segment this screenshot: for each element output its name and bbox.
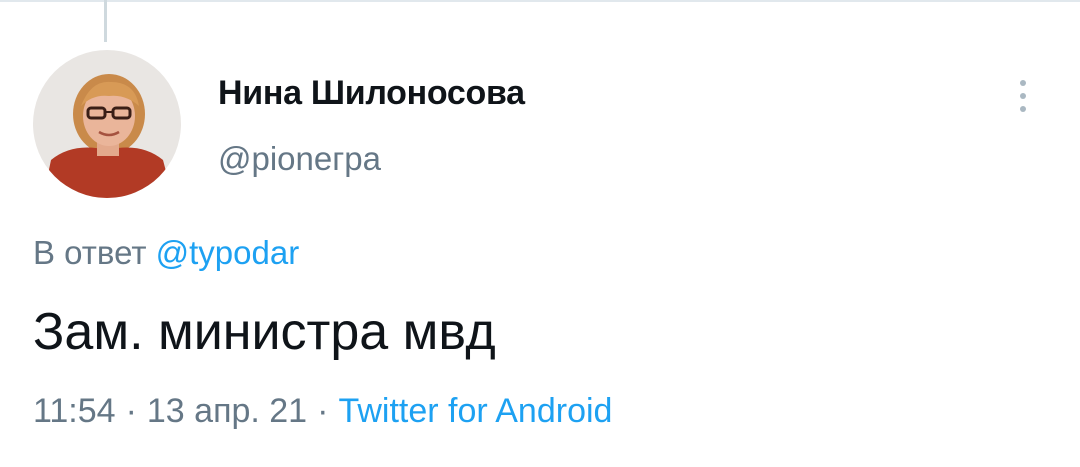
reply-prefix: В ответ xyxy=(33,234,147,271)
top-divider xyxy=(0,0,1080,2)
tweet-text: Зам. министра мвд xyxy=(33,303,496,361)
tweet-meta: 11:54 · 13 апр. 21 · Twitter for Android xyxy=(33,392,612,431)
meta-separator: · xyxy=(125,392,137,430)
more-vertical-icon[interactable] xyxy=(1008,76,1038,116)
author-name[interactable]: Нина Шилоносова xyxy=(218,74,525,113)
tweet-date[interactable]: 13 апр. 21 xyxy=(147,392,307,430)
meta-separator: · xyxy=(317,392,329,430)
reply-mention-link[interactable]: @typodar xyxy=(156,234,300,271)
thread-connector-line xyxy=(104,0,107,42)
reply-context: В ответ @typodar xyxy=(33,234,299,272)
tweet-time[interactable]: 11:54 xyxy=(33,392,116,430)
author-handle[interactable]: @pionегра xyxy=(218,140,381,178)
avatar-photo xyxy=(33,50,181,198)
tweet-source-link[interactable]: Twitter for Android xyxy=(338,392,612,430)
avatar[interactable] xyxy=(33,50,181,198)
